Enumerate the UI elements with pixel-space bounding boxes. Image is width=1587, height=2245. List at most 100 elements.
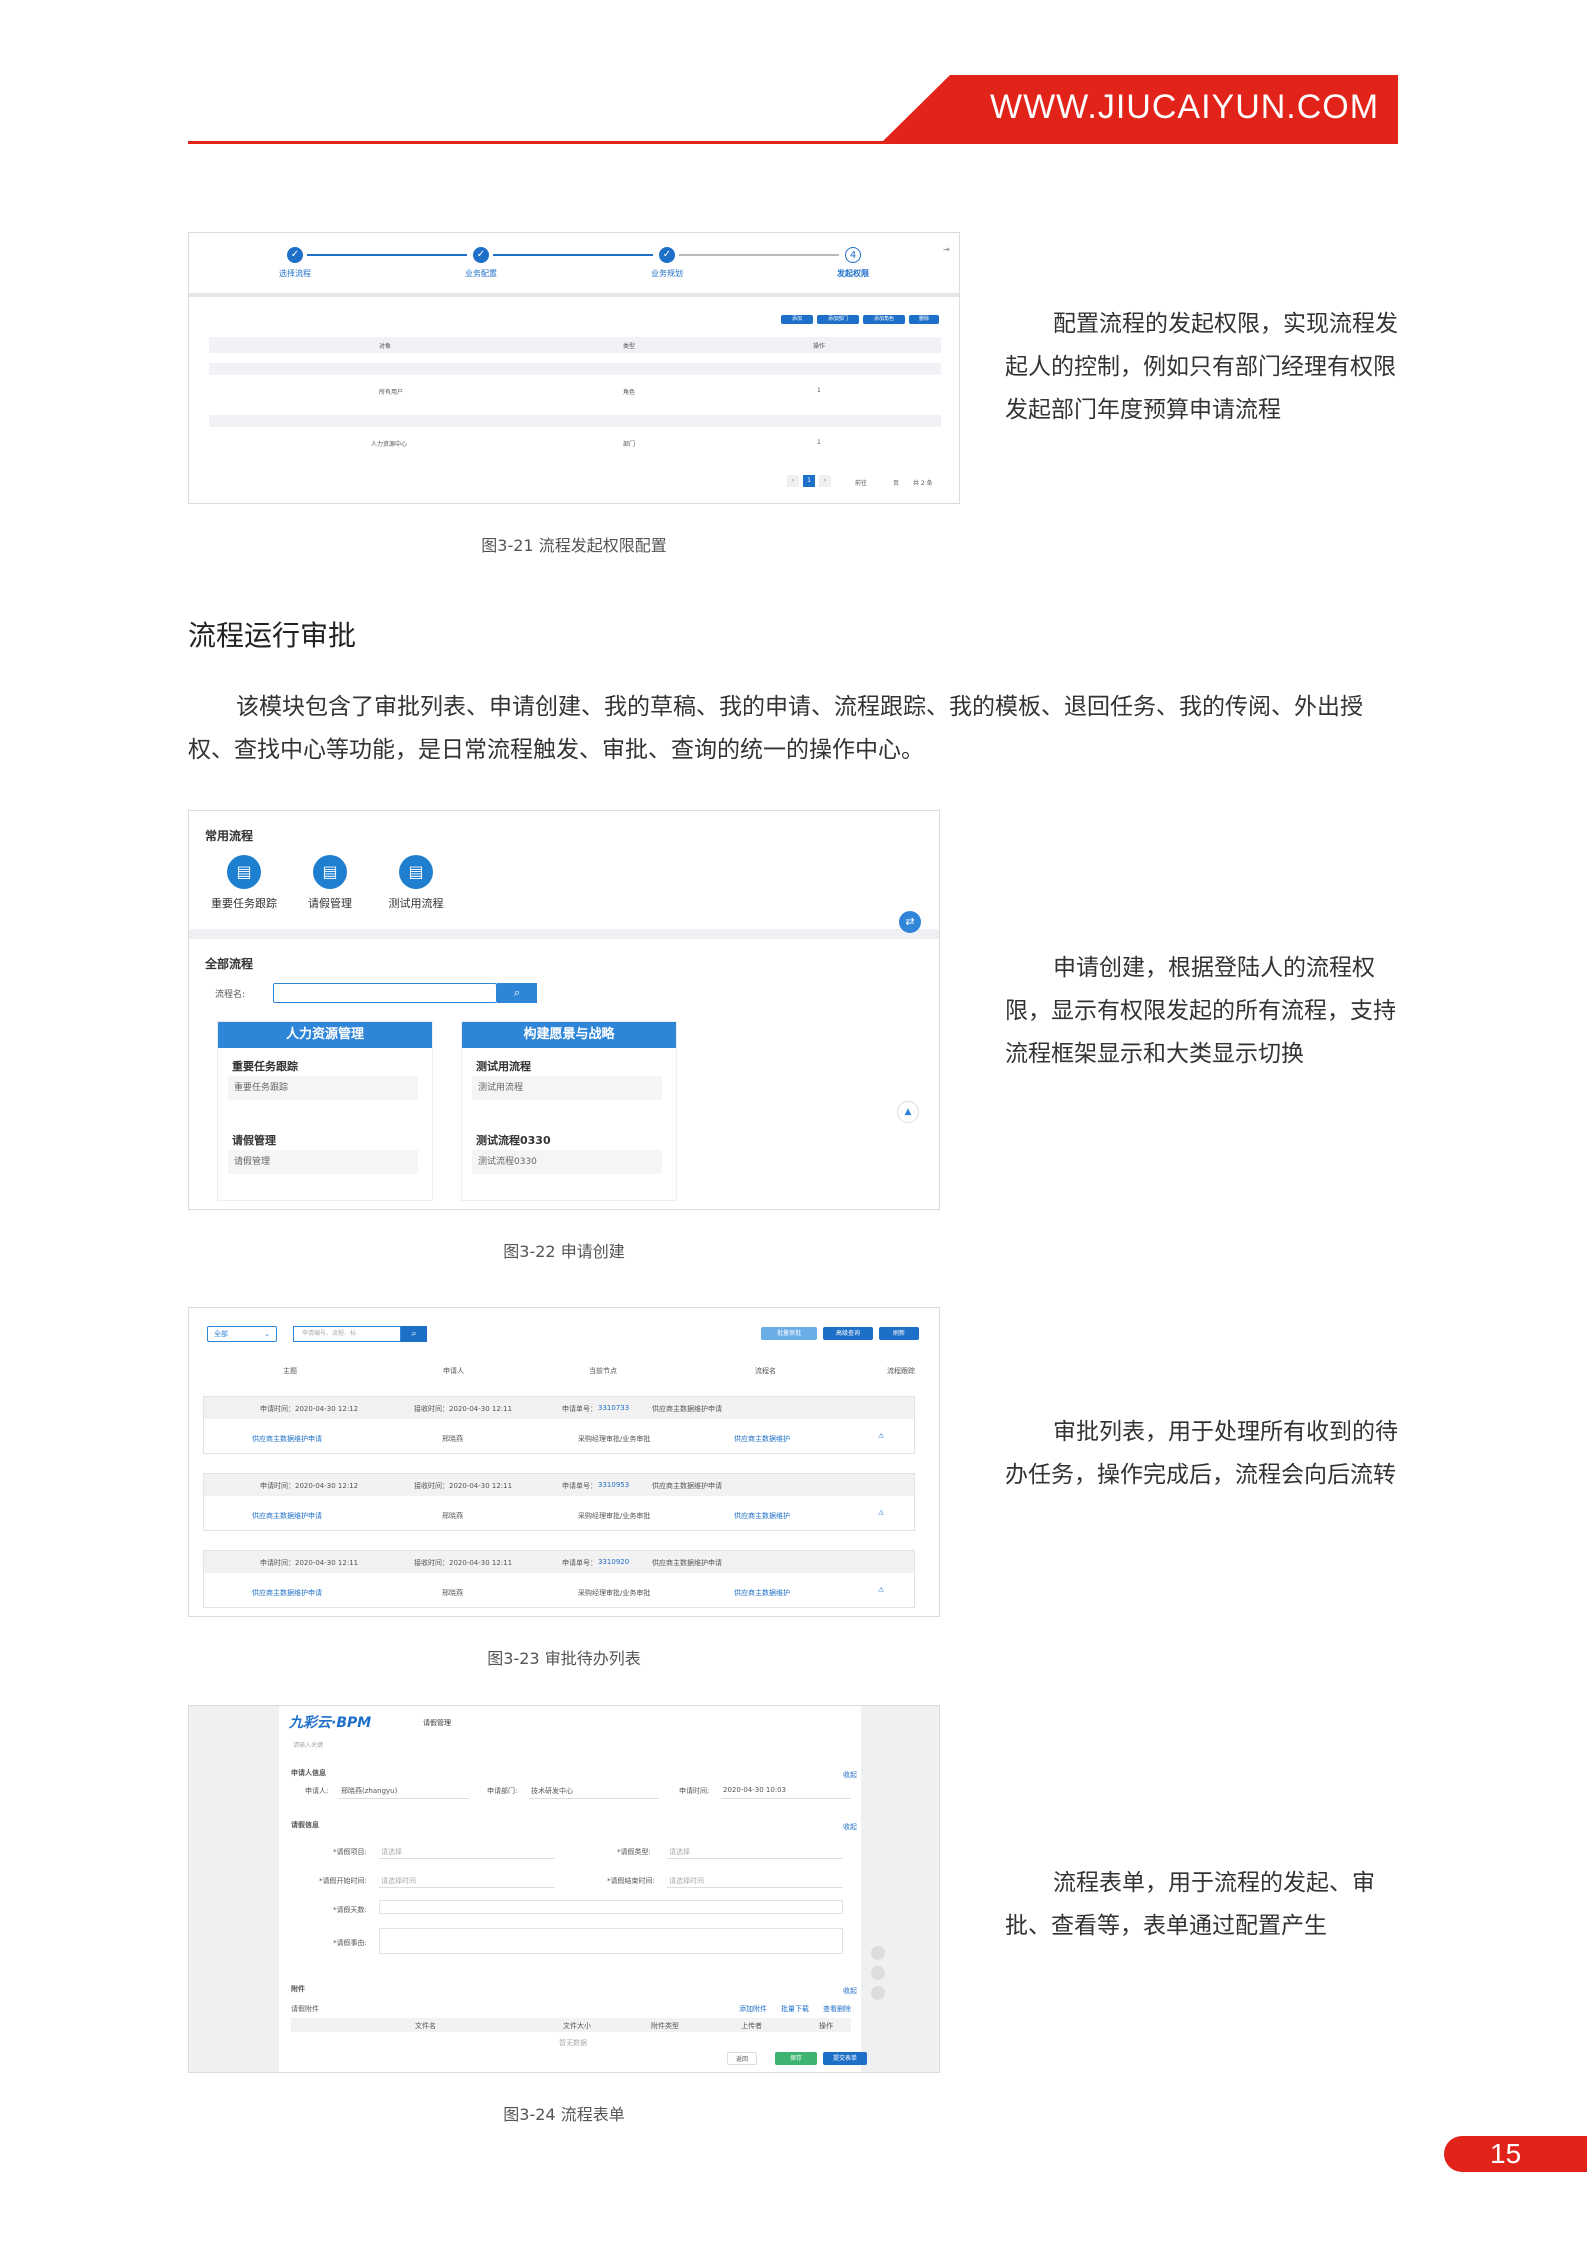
collapse-link[interactable]: 收起	[843, 1986, 857, 1996]
next-page-button[interactable]: ›	[819, 475, 831, 487]
fig21-description: 配置流程的发起权限，实现流程发起人的控制，例如只有部门经理有权限发起部门年度预算…	[1005, 311, 1398, 423]
fig22-screenshot: 常用流程 ▤ ▤ ▤ 重要任务跟踪 请假管理 测试用流程 ⇄ 全部流程 流程名:…	[188, 810, 940, 1210]
panel-title: 构建愿景与战略	[462, 1022, 676, 1048]
side-tool-icon[interactable]	[871, 1966, 885, 1980]
table-row[interactable]: 申请时间：2020-04-30 12:12 接收时间：2020-04-30 12…	[203, 1473, 915, 1531]
flow-track-icon[interactable]: ⚠	[878, 1432, 884, 1440]
fig21-caption: 图3-21 流程发起权限配置	[481, 536, 667, 555]
batch-approve-button[interactable]: 批量审批	[761, 1327, 817, 1340]
process-panel: 构建愿景与战略 测试用流程 测试用流程 测试流程0330 测试流程0330	[461, 1021, 677, 1201]
end-date-field[interactable]: 请选择时间	[669, 1876, 704, 1886]
submit-form-button[interactable]: 提交表单	[823, 2052, 867, 2065]
step3-check-icon: ✓	[659, 247, 675, 263]
col-node: 当前节点	[589, 1367, 617, 1375]
back-button[interactable]: 返回	[727, 2052, 757, 2065]
section-title: 流程运行审批	[188, 619, 357, 652]
step1-check-icon: ✓	[287, 247, 303, 263]
prev-page-button[interactable]: ‹	[787, 475, 799, 487]
subject-link[interactable]: 供应商主数据维护申请	[252, 1588, 322, 1598]
all-title: 全部流程	[205, 957, 254, 971]
group-title: 测试用流程	[476, 1060, 531, 1073]
table-row-cell: 角色	[623, 389, 636, 396]
refresh-button[interactable]: 刷新	[879, 1327, 919, 1340]
group-title: 测试流程0330	[476, 1134, 551, 1147]
table-row-cell: 1	[817, 387, 821, 394]
search-input[interactable]: 申请编号、流程、标	[293, 1326, 401, 1342]
leave-item-select[interactable]: 请选择	[381, 1847, 402, 1857]
filter-select[interactable]: 全部 ⌄	[207, 1326, 277, 1342]
search-input[interactable]	[273, 983, 497, 1003]
fig23-description: 审批列表，用于处理所有收到的待办任务，操作完成后，流程会向后流转	[1005, 1419, 1398, 1488]
fig22-caption: 图3-22 申请创建	[503, 1242, 625, 1261]
delete-button[interactable]: 删除	[909, 315, 939, 324]
page-number[interactable]: 1	[803, 475, 815, 487]
flow-track-icon[interactable]: ⚠	[878, 1509, 884, 1517]
add-dept-button[interactable]: 添加部门	[817, 315, 859, 324]
leave-reason-textarea[interactable]	[379, 1928, 843, 1954]
search-button[interactable]: ⌕	[401, 1326, 427, 1342]
col-process: 流程名	[755, 1367, 776, 1375]
add-attachment-link[interactable]: 添加附件	[739, 2004, 767, 2014]
leave-days-input[interactable]	[379, 1900, 843, 1914]
group-title: 重要任务跟踪	[232, 1060, 298, 1073]
collapse-link[interactable]: 收起	[843, 1770, 857, 1780]
fig22-description: 申请创建，根据登陆人的流程权限，显示有权限发起的所有流程，支持流程框架显示和大类…	[1005, 955, 1396, 1067]
process-item[interactable]: 测试用流程	[472, 1076, 662, 1100]
batch-download-link[interactable]: 批量下载	[781, 2004, 809, 2014]
fig23-screenshot: 全部 ⌄ 申请编号、流程、标 ⌕ 批量审批 高级查询 刷新 主题 申请人 当前节点…	[188, 1307, 940, 1617]
task-track-icon[interactable]: ▤	[227, 855, 261, 889]
leave-type-select[interactable]: 请选择	[669, 1847, 690, 1857]
table-row[interactable]: 申请时间：2020-04-30 12:12 接收时间：2020-04-30 12…	[203, 1396, 915, 1454]
step4-number: 4	[845, 247, 861, 263]
col-track: 流程跟踪	[887, 1367, 915, 1375]
collapse-link[interactable]: 收起	[843, 1822, 857, 1832]
step-label: 业务规划	[651, 269, 683, 278]
side-tool-icon[interactable]	[871, 1946, 885, 1960]
fig21-screenshot: ✓ ✓ ✓ 4 选择流程 业务配置 业务规划 发起权限 ⇥ 添加 添加部门 添加…	[188, 232, 960, 504]
form-title: 请假管理	[423, 1719, 451, 1727]
process-item[interactable]: 测试流程0330	[472, 1150, 662, 1174]
table-row-cell: 1	[817, 439, 821, 446]
logo: 九彩云·BPM	[289, 1715, 372, 1731]
process-item[interactable]: 请假管理	[228, 1150, 418, 1174]
table-row-cell: 部门	[623, 441, 636, 448]
process-item[interactable]: 重要任务跟踪	[228, 1076, 418, 1100]
view-delete-link[interactable]: 查看删除	[823, 2004, 851, 2014]
page-number: 15	[1490, 2138, 1522, 2169]
advanced-search-button[interactable]: 高级查询	[823, 1327, 873, 1340]
section-intro: 该模块包含了审批列表、申请创建、我的草稿、我的申请、流程跟踪、我的模板、退回任务…	[188, 694, 1363, 763]
side-tool-icon[interactable]	[871, 1986, 885, 2000]
chevron-down-icon: ⌄	[264, 1330, 270, 1338]
search-input[interactable]: 请输入关键	[293, 1740, 323, 1749]
goto-label: 前往	[855, 480, 868, 487]
switch-view-icon[interactable]: ⇄	[899, 911, 921, 933]
col-action: 操作	[813, 343, 826, 350]
favorite-label: 重要任务跟踪	[211, 897, 277, 910]
search-button[interactable]: ⌕	[497, 983, 537, 1003]
leave-icon[interactable]: ▤	[313, 855, 347, 889]
flow-track-icon[interactable]: ⚠	[878, 1586, 884, 1594]
panel-title: 人力资源管理	[218, 1022, 432, 1048]
col-subject: 主题	[283, 1367, 297, 1375]
group-title: 请假管理	[232, 1134, 276, 1147]
search-label: 流程名:	[215, 990, 246, 1000]
favorite-label: 测试用流程	[388, 897, 444, 910]
test-flow-icon[interactable]: ▤	[399, 855, 433, 889]
scroll-top-button[interactable]: ▲	[897, 1101, 919, 1123]
save-button[interactable]: 保存	[775, 2052, 817, 2065]
total-count: 共 2 条	[913, 480, 933, 487]
page-unit: 页	[893, 480, 900, 487]
fig24-description: 流程表单，用于流程的发起、审批、查看等，表单通过配置产生	[1005, 1870, 1375, 1939]
start-date-field[interactable]: 请选择时间	[381, 1876, 416, 1886]
subject-link[interactable]: 供应商主数据维护申请	[252, 1434, 322, 1444]
process-panel: 人力资源管理 重要任务跟踪 重要任务跟踪 请假管理 请假管理	[217, 1021, 433, 1201]
step-label: 选择流程	[279, 269, 311, 278]
subject-link[interactable]: 供应商主数据维护申请	[252, 1511, 322, 1521]
table-row-cell: 所有用户	[379, 389, 404, 396]
col-object: 对象	[379, 343, 392, 350]
add-button[interactable]: 添加	[781, 315, 813, 324]
add-role-button[interactable]: 添加角色	[863, 315, 905, 324]
table-row[interactable]: 申请时间：2020-04-30 12:11 接收时间：2020-04-30 12…	[203, 1550, 915, 1608]
fig23-caption: 图3-23 审批待办列表	[487, 1649, 641, 1668]
exit-icon[interactable]: ⇥	[943, 245, 950, 254]
